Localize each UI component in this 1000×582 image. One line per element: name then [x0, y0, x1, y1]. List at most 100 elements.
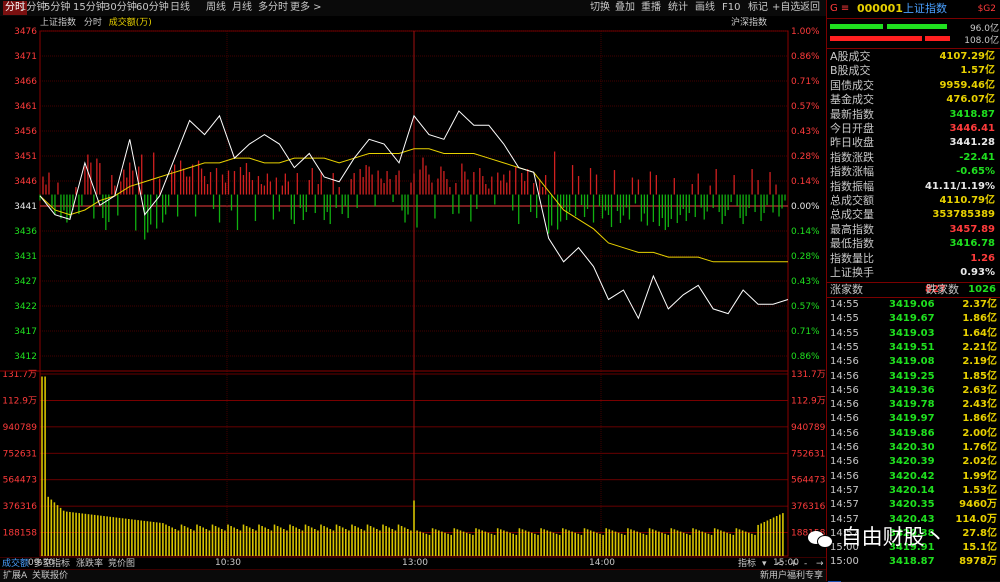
pct-tick: 1.00%: [791, 27, 820, 37]
tick-row: 14:56 3420.39 2.02亿: [827, 455, 999, 469]
price-tick: 3441: [14, 202, 37, 212]
period-tab-2[interactable]: 5分钟: [44, 1, 70, 15]
stat-value: 476.07亿: [946, 94, 995, 106]
stat-label: 今日开盘: [830, 122, 874, 135]
toolbar-button-8[interactable]: 返回: [800, 1, 820, 15]
tick-volume: 1.86亿: [962, 413, 997, 425]
price-tick: 3427: [14, 277, 37, 287]
tick-time: 14:56: [830, 456, 859, 468]
volume-tick: 564473: [3, 476, 37, 486]
price-tick: 3456: [14, 127, 37, 137]
chart-title: 上证指数: [40, 18, 77, 28]
badge[interactable]: $G2: [978, 0, 996, 18]
toolbar-button-3[interactable]: 统计: [668, 1, 688, 15]
volume-tick: 940789: [3, 423, 38, 433]
bar-value-2: 108.0亿: [964, 36, 999, 46]
panel-header: G ≡ 000001 上证指数 $G2: [827, 0, 1000, 18]
stat-value: 9959.46亿: [939, 79, 995, 91]
toolbar-button-2[interactable]: 重播: [641, 1, 661, 15]
tick-price: 3420.39: [889, 456, 935, 468]
tick-volume: 27.8亿: [962, 527, 997, 539]
tick-volume: 15.1亿: [962, 542, 997, 554]
intraday-chart[interactable]: 3476 3471 3466 3461 3456 3451 3446 3441 3436 3431…: [0, 16, 826, 566]
tick-volume: 2.63亿: [962, 384, 997, 396]
status-item-0[interactable]: 新用户福利专享: [760, 570, 823, 582]
pct-tick: 0.14%: [791, 227, 820, 237]
toolbar-button-6[interactable]: 标记: [748, 1, 768, 15]
chart-header: 上证指数 分时 成交额(万): [40, 17, 152, 29]
tick-time: 14:55: [830, 327, 859, 339]
down-count: 1026: [968, 284, 996, 295]
tick-row: 14:55 3419.03 1.64亿: [827, 327, 999, 341]
toolbar-button-0[interactable]: 切换: [590, 1, 610, 15]
menu-icon[interactable]: G ≡: [830, 0, 849, 18]
period-tab-3[interactable]: 15分钟: [73, 1, 106, 15]
stat-value: 3446.41: [949, 123, 995, 134]
sell-bar: [830, 36, 950, 41]
tick-volume: 2.19亿: [962, 356, 997, 368]
period-tab-8[interactable]: 月线: [232, 1, 252, 15]
period-tab-6[interactable]: 日线: [170, 1, 190, 15]
pct-tick: 0.00%: [791, 202, 820, 212]
tick-price: 3419.97: [889, 413, 935, 425]
tick-row: 14:55 3419.51 2.21亿: [827, 341, 999, 355]
period-tab-1[interactable]: 1分钟: [20, 1, 46, 15]
period-tab-4[interactable]: 30分钟: [104, 1, 137, 15]
tick-time: 14:56: [830, 399, 859, 411]
period-tab-5[interactable]: 60分钟: [136, 1, 169, 15]
stat-row: 国债成交 9959.46亿: [827, 79, 999, 93]
pct-tick: 0.14%: [791, 177, 820, 187]
stat-label: 总成交量: [830, 208, 874, 222]
toolbar-button-7[interactable]: +自选: [772, 1, 800, 15]
tick-price: 3419.08: [889, 356, 935, 368]
stat-row: 最新指数 3418.87: [827, 108, 999, 122]
tick-row: 14:56 3420.30 1.76亿: [827, 441, 999, 455]
stat-row: 总成交量 353785389: [827, 208, 999, 222]
tick-row: 14:56 3419.86 2.00亿: [827, 427, 999, 441]
tick-price: 3419.51: [889, 341, 935, 353]
stat-value: 3418.87: [949, 108, 995, 120]
tick-time: 14:56: [830, 427, 859, 439]
pct-tick: 0.43%: [791, 277, 820, 287]
period-tab-9[interactable]: 多分时: [258, 1, 288, 15]
stat-value: -22.41: [959, 151, 995, 163]
tick-volume: 2.02亿: [962, 456, 997, 468]
tick-price: 3419.03: [889, 327, 935, 339]
volume-label: 成交额(万): [108, 18, 152, 28]
pct-tick: 0.71%: [791, 77, 820, 87]
stat-label: B股成交: [830, 64, 871, 78]
status-related[interactable]: 关联报价: [32, 570, 68, 582]
volume-tick: 188158: [3, 529, 38, 539]
stat-row: 最低指数 3416.78: [827, 237, 999, 251]
stat-value: 0.93%: [960, 267, 995, 278]
stat-row: 基金成交 476.07亿: [827, 93, 999, 107]
stat-value: 4107.29亿: [939, 51, 995, 62]
tick-row: 14:55 3419.67 1.86亿: [827, 312, 999, 326]
toolbar-button-5[interactable]: F10: [722, 1, 740, 15]
stat-value: 4110.79亿: [939, 195, 995, 206]
period-tab-10[interactable]: 更多 >: [290, 1, 322, 15]
stat-label: 指数涨跌: [830, 150, 874, 164]
period-tab-7[interactable]: 周线: [206, 1, 226, 15]
price-tick: 3431: [14, 252, 37, 262]
tick-volume: 1.85亿: [962, 370, 997, 382]
tick-row: 14:57 3420.35 9460万: [827, 498, 999, 512]
toolbar-button-1[interactable]: 叠加: [615, 1, 635, 15]
buy-bar: [830, 24, 950, 29]
tick-volume: 2.00亿: [962, 427, 997, 439]
stat-label: 国债成交: [830, 78, 874, 92]
volume-tick-right: 940789: [791, 423, 826, 433]
compare-index-label[interactable]: 沪深指数: [731, 17, 767, 29]
stat-value: 3416.78: [949, 238, 995, 250]
pct-tick: 0.71%: [791, 327, 820, 337]
stat-row: B股成交 1.57亿: [827, 64, 999, 78]
stat-label: 最高指数: [830, 222, 874, 236]
up-count-label: 涨家数: [830, 283, 863, 296]
toolbar-button-4[interactable]: 画线: [695, 1, 715, 15]
tick-row: 14:57 3420.14 1.53亿: [827, 484, 999, 498]
status-ext[interactable]: 扩展A: [3, 570, 27, 582]
tick-row: 15:00 3418.87 8978万: [827, 555, 999, 569]
stat-row: 指数量比 1.26: [827, 252, 999, 266]
stat-label: A股成交: [830, 50, 871, 63]
tick-row: 14:56 3419.78 2.43亿: [827, 398, 999, 412]
